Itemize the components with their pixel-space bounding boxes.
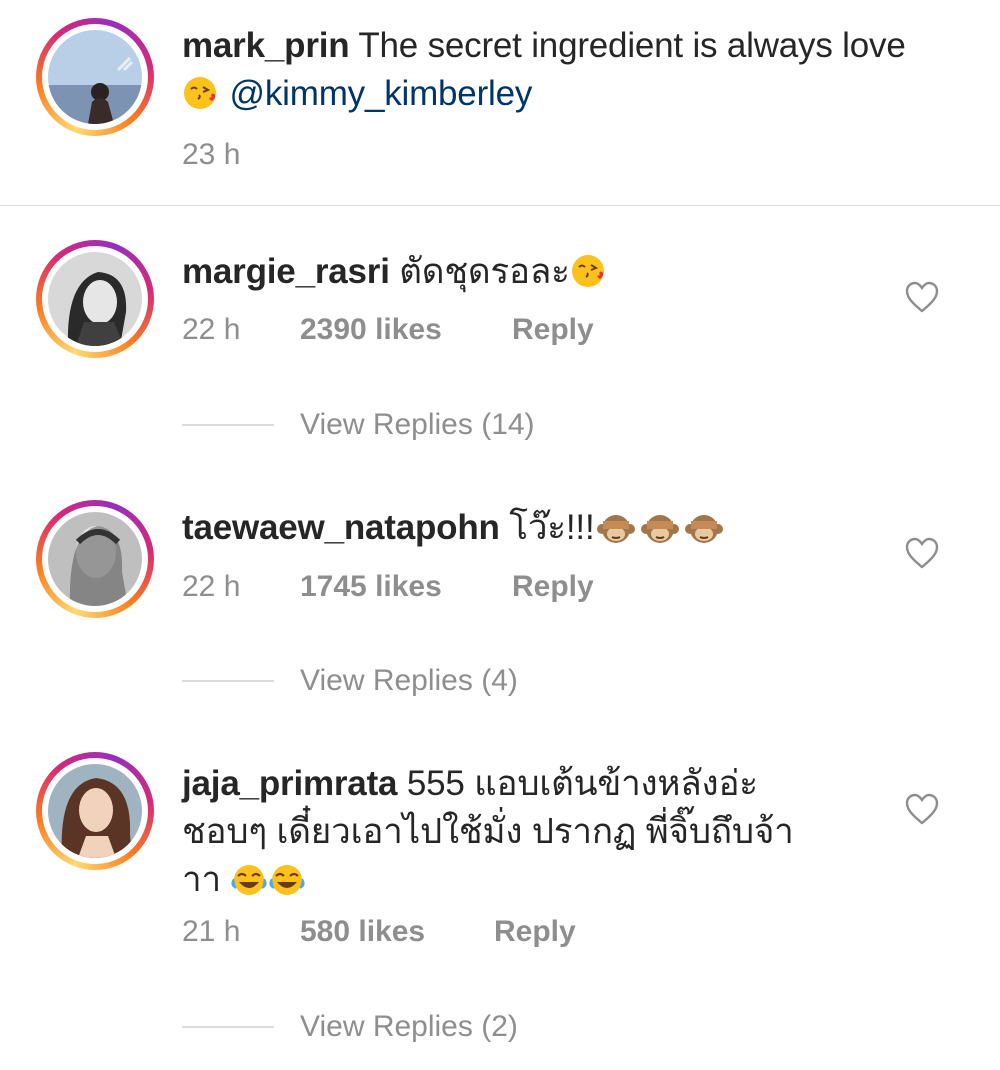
caption-text: The secret ingredient is always love	[358, 26, 906, 65]
caption-meta: 23 h	[182, 138, 240, 172]
comment-username[interactable]: taewaew_natapohn	[182, 508, 500, 547]
comment-time: 22 h	[182, 570, 241, 603]
comment-text: 555 แอบเต้นข้างหลังอ่ะ	[406, 764, 758, 803]
comment-likes[interactable]: 2390 likes	[300, 313, 512, 347]
comment-text: ตัดชุดรอละ	[399, 252, 570, 291]
reply-button[interactable]: Reply	[494, 915, 576, 949]
see-no-evil-monkey-icon	[682, 509, 726, 558]
avatar-photo-mark	[48, 252, 142, 346]
heart-icon[interactable]	[904, 280, 940, 314]
face-with-tears-of-joy-icon	[230, 862, 268, 910]
comment-username[interactable]: jaja_primrata	[182, 764, 397, 803]
caption-username[interactable]: mark_prin	[182, 26, 350, 65]
comment-avatar[interactable]	[36, 500, 154, 618]
heart-icon[interactable]	[904, 536, 940, 570]
face-blowing-kiss-icon	[182, 75, 220, 124]
see-no-evil-monkey-icon	[638, 509, 682, 558]
view-replies-label: View Replies (4)	[300, 664, 518, 697]
view-replies-line	[182, 1026, 274, 1028]
caption-time: 23 h	[182, 138, 241, 171]
comment: margie_rasri ตัดชุดรอละ	[182, 248, 910, 302]
view-replies-button[interactable]: View Replies (4)	[182, 664, 518, 698]
avatar-photo-mark	[48, 764, 142, 858]
face-with-tears-of-joy-icon	[268, 862, 306, 910]
comment: jaja_primrata 555 แอบเต้นข้างหลังอ่ะ ชอบ…	[182, 760, 910, 910]
view-replies-label: View Replies (2)	[300, 1010, 518, 1043]
caption: mark_prin The secret ingredient is alway…	[182, 22, 910, 124]
comment-text: โว๊ะ!!!	[509, 508, 595, 547]
avatar-photo-mark	[48, 30, 142, 124]
comment-text-line: ชอบๆ เดี๋ยวเอาไปใช้มั่ง ปรากฏ พี่จิ๊บถึบ…	[182, 812, 794, 851]
caption-mention[interactable]: @kimmy_kimberley	[230, 74, 533, 113]
heart-icon[interactable]	[904, 792, 940, 826]
comment-username[interactable]: margie_rasri	[182, 252, 390, 291]
avatar-photo-mark	[48, 512, 142, 606]
comment-avatar[interactable]	[36, 240, 154, 358]
comment-meta: 21 h 580 likes Reply	[182, 915, 576, 949]
caption-avatar[interactable]	[36, 18, 154, 136]
reply-button[interactable]: Reply	[512, 313, 594, 347]
view-replies-line	[182, 680, 274, 682]
view-replies-line	[182, 424, 274, 426]
comment-text-line: าา	[182, 860, 221, 899]
view-replies-button[interactable]: View Replies (2)	[182, 1010, 518, 1044]
caption-divider	[0, 205, 1000, 206]
comment-time: 21 h	[182, 915, 241, 948]
face-blowing-kiss-icon	[570, 253, 608, 302]
comment-meta: 22 h 2390 likes Reply	[182, 313, 594, 347]
comment-avatar[interactable]	[36, 752, 154, 870]
view-replies-button[interactable]: View Replies (14)	[182, 408, 535, 442]
view-replies-label: View Replies (14)	[300, 408, 535, 441]
comment: taewaew_natapohn โว๊ะ!!!	[182, 504, 910, 558]
comment-likes[interactable]: 580 likes	[300, 915, 494, 949]
comment-time: 22 h	[182, 313, 241, 346]
see-no-evil-monkey-icon	[594, 509, 638, 558]
reply-button[interactable]: Reply	[512, 570, 594, 604]
comment-likes[interactable]: 1745 likes	[300, 570, 512, 604]
comment-meta: 22 h 1745 likes Reply	[182, 570, 594, 604]
